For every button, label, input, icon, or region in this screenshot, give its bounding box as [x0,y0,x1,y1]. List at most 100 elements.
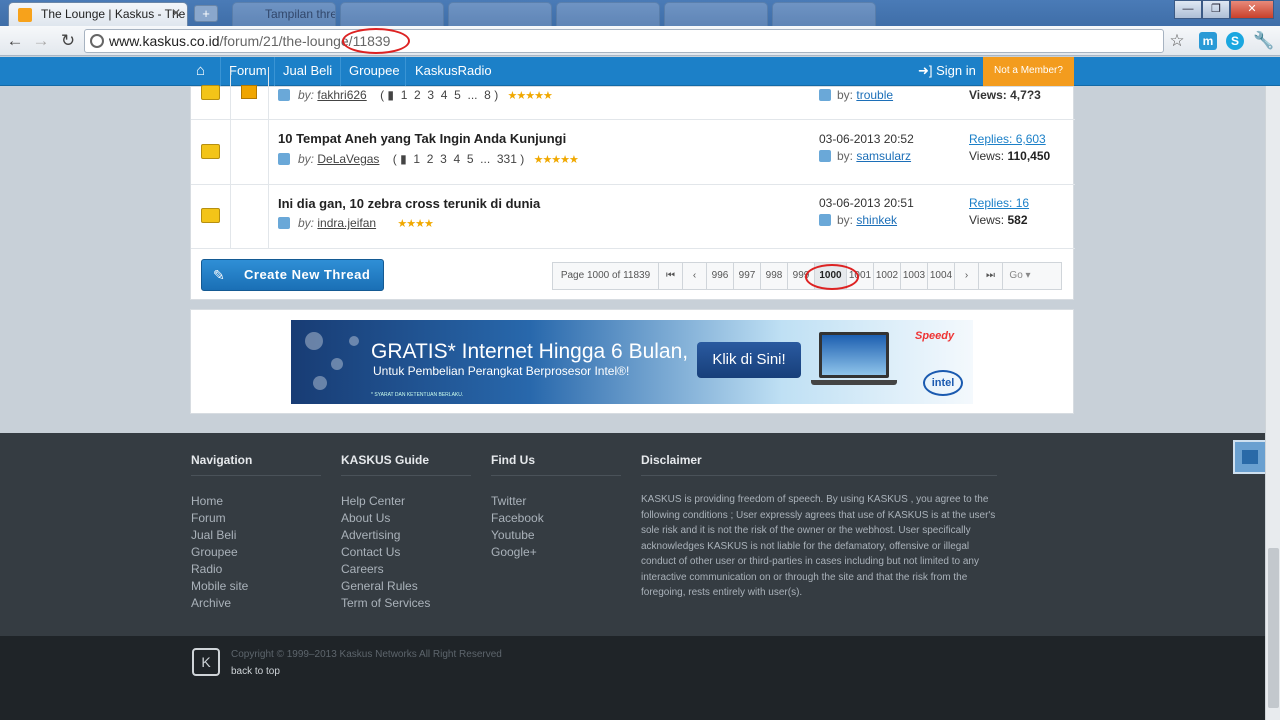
go-to-last-post-icon[interactable] [819,150,831,162]
back-to-top-link[interactable]: back to top [231,666,280,677]
prefix-cell [231,67,269,119]
page-button[interactable]: 997 [734,263,761,289]
intel-speedy-banner-ad[interactable]: GRATIS* Internet Hingga 6 Bulan, Untuk P… [291,320,973,404]
new-tab-button[interactable]: + [194,5,218,22]
footer-link-general-rules[interactable]: General Rules [341,578,471,595]
checkbox-icon[interactable] [278,217,290,229]
page-button[interactable]: 1004 [928,263,955,289]
replies-link[interactable]: Replies: 16 [969,196,1029,210]
create-new-thread-button[interactable]: ✎ Create New Thread [201,259,384,291]
kaskus-logo-icon[interactable]: K [192,648,220,676]
first-page-button[interactable]: ⏮ [659,263,683,289]
page-link[interactable]: 4 [441,88,448,102]
back-arrow-icon[interactable]: ← [4,30,26,52]
views-count: Views: 582 [969,213,1028,227]
checkbox-icon[interactable] [278,89,290,101]
background-tab[interactable] [448,2,552,26]
footer-link-youtube[interactable]: Youtube [491,527,621,544]
footer-link-careers[interactable]: Careers [341,561,471,578]
hot-thread-icon [241,85,257,99]
tab-the-lounge[interactable]: The Lounge | Kaskus - The L ✕ [8,2,188,26]
page-button[interactable]: 1003 [901,263,928,289]
footer-heading: Navigation [191,453,321,476]
footer-link-radio[interactable]: Radio [191,561,321,578]
footer-link-about-us[interactable]: About Us [341,510,471,527]
rating-stars: ★★★★ [397,218,433,230]
background-tab[interactable] [556,2,660,26]
checkbox-icon[interactable] [278,153,290,165]
replies-link[interactable]: Replies: 6,603 [969,132,1046,146]
scroll-down-button[interactable] [1233,440,1267,474]
page-button[interactable]: 996 [707,263,734,289]
background-tab[interactable] [664,2,768,26]
page-link[interactable]: 2 [414,88,421,102]
banner-fineprint: * SYARAT DAN KETENTUAN BERLAKU. [371,392,464,398]
last-poster-link[interactable]: samsularz [856,149,911,163]
views-count: Views: 4,7?3 [969,88,1041,102]
footer-link-contact-us[interactable]: Contact Us [341,544,471,561]
thread-title-link[interactable]: 10 Tempat Aneh yang Tak Ingin Anda Kunju… [278,131,566,146]
bookmark-star-icon[interactable]: ☆ [1166,30,1188,52]
scrollbar-thumb[interactable] [1268,548,1279,708]
prev-page-button[interactable]: ‹ [683,263,707,289]
page-link[interactable]: 5 [467,152,474,166]
globe-icon [90,34,104,48]
footer-link-jual-beli[interactable]: Jual Beli [191,527,321,544]
close-window-button[interactable]: ✕ [1230,0,1274,19]
last-poster-link[interactable]: trouble [856,88,893,102]
page-link[interactable]: 5 [454,88,461,102]
author-link[interactable]: DeLaVegas [317,152,379,166]
views-label: Views: [969,149,1008,163]
page-link[interactable]: 3 [440,152,447,166]
page-link[interactable]: 1 [413,152,420,166]
footer-heading: KASKUS Guide [341,453,471,476]
go-to-last-post-icon[interactable] [819,89,831,101]
page-link[interactable]: 3 [427,88,434,102]
footer-link-help-center[interactable]: Help Center [341,493,471,510]
page-link[interactable]: 8 [484,88,491,102]
page-button[interactable]: 998 [761,263,788,289]
author-link[interactable]: fakhri626 [317,88,366,102]
next-page-button[interactable]: › [955,263,979,289]
browser-tab-bar: The Lounge | Kaskus - The L ✕ + Tampilan… [0,0,1280,26]
go-to-last-post-icon[interactable] [819,214,831,226]
footer-link-facebook[interactable]: Facebook [491,510,621,527]
footer-link-mobile-site[interactable]: Mobile site [191,578,321,595]
close-tab-icon[interactable]: ✕ [171,6,181,20]
footer-link-home[interactable]: Home [191,493,321,510]
thread-title-link[interactable]: Ini dia gan, 10 zebra cross terunik di d… [278,196,540,211]
footer-link-google-plus[interactable]: Google+ [491,544,621,561]
footer-link-forum[interactable]: Forum [191,510,321,527]
last-post-date: 03-06-2013 20:52 [819,132,914,146]
forward-arrow-icon[interactable]: → [30,30,52,52]
background-tab[interactable] [772,2,876,26]
wrench-icon[interactable]: 🔧 [1253,30,1275,52]
footer-disclaimer: Disclaimer KASKUS is providing freedom o… [641,453,999,601]
footer-link-advertising[interactable]: Advertising [341,527,471,544]
address-bar[interactable]: www.kaskus.co.id/forum/21/the-lounge/118… [84,29,1164,53]
minimize-button[interactable]: — [1174,0,1202,19]
page-link[interactable]: 1 [401,88,408,102]
page-link[interactable]: 331 [497,152,517,166]
page-link[interactable]: 2 [427,152,434,166]
last-poster-link[interactable]: shinkek [856,213,897,227]
maximize-button[interactable]: ❐ [1202,0,1230,19]
page-link[interactable]: 4 [453,152,460,166]
footer-link-groupee[interactable]: Groupee [191,544,321,561]
skype-icon[interactable]: S [1226,32,1244,50]
last-page-button[interactable]: ⏭ [979,263,1003,289]
footer-link-twitter[interactable]: Twitter [491,493,621,510]
author-link[interactable]: indra.jeifan [317,216,376,230]
extension-m-icon[interactable]: m [1199,32,1217,50]
footer-link-terms[interactable]: Term of Services [341,595,471,612]
folder-icon [201,208,220,223]
page-button[interactable]: 1002 [874,263,901,289]
background-tab[interactable]: Tampilan thread [232,2,336,26]
footer-link-archive[interactable]: Archive [191,595,321,612]
reload-icon[interactable]: ↻ [57,30,79,52]
copyright-text: Copyright © 1999–2013 Kaskus Networks Al… [231,649,502,660]
background-tab[interactable] [340,2,444,26]
banner-cta-button[interactable]: Klik di Sini! [697,342,801,378]
page-scrollbar[interactable] [1265,86,1280,720]
go-to-page-dropdown[interactable]: Go ▾ [1003,263,1037,289]
